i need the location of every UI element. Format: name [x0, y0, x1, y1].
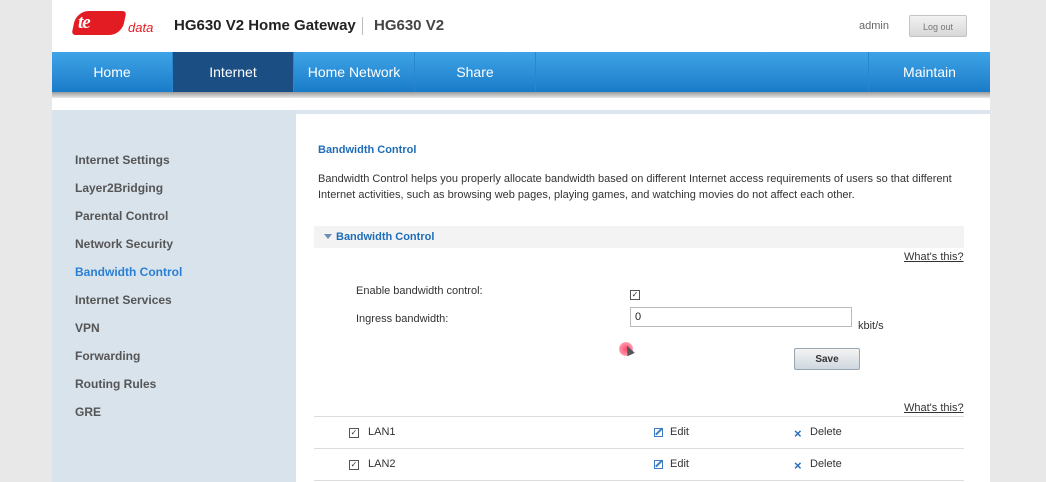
- sidebar-item-internet-settings[interactable]: Internet Settings: [75, 153, 170, 167]
- sidebar-item-gre[interactable]: GRE: [75, 405, 101, 419]
- nav-internet[interactable]: Internet: [173, 52, 294, 92]
- nav-share[interactable]: Share: [415, 52, 536, 92]
- ingress-bandwidth-input[interactable]: [630, 307, 852, 327]
- lan2-delete-button[interactable]: Delete: [810, 458, 842, 470]
- sidebar: Internet Settings Layer2Bridging Parenta…: [52, 110, 296, 482]
- logout-button[interactable]: Log out: [909, 15, 967, 37]
- main-panel: Bandwidth Control Bandwidth Control help…: [296, 114, 990, 482]
- sidebar-item-internet-services[interactable]: Internet Services: [75, 293, 172, 307]
- whats-this-link-settings[interactable]: What's this?: [904, 251, 964, 263]
- page: te data HG630 V2 Home Gateway HG630 V2 a…: [52, 0, 990, 482]
- section-description: Bandwidth Control helps you properly all…: [318, 173, 952, 201]
- username: admin: [859, 20, 889, 32]
- lan1-edit-button[interactable]: Edit: [670, 426, 689, 438]
- section-header-label: Bandwidth Control: [336, 231, 435, 243]
- sidebar-item-network-security[interactable]: Network Security: [75, 237, 173, 251]
- lan1-delete-button[interactable]: Delete: [810, 426, 842, 438]
- page-title: HG630 V2 Home Gateway: [174, 17, 356, 34]
- logo-text: te: [78, 12, 91, 33]
- enable-bandwidth-checkbox[interactable]: ✓: [630, 290, 640, 300]
- lan1-checkbox[interactable]: ✓: [349, 428, 359, 438]
- nav-spacer: [536, 52, 869, 92]
- delete-icon[interactable]: ×: [794, 459, 802, 472]
- sidebar-item-bandwidth-control[interactable]: Bandwidth Control: [75, 265, 182, 279]
- brand-logo: te data: [71, 11, 154, 39]
- collapse-arrow-icon: [324, 234, 332, 239]
- title-divider: [362, 17, 363, 35]
- whats-this-link-list[interactable]: What's this?: [904, 402, 964, 414]
- enable-bandwidth-label: Enable bandwidth control:: [356, 285, 483, 297]
- logo-suffix: data: [128, 20, 154, 35]
- nav-shadow: [52, 92, 990, 98]
- sidebar-item-forwarding[interactable]: Forwarding: [75, 349, 140, 363]
- save-button[interactable]: Save: [794, 348, 860, 370]
- row-divider: [314, 448, 964, 449]
- edit-icon[interactable]: [654, 460, 663, 469]
- sidebar-item-vpn[interactable]: VPN: [75, 321, 100, 335]
- edit-icon[interactable]: [654, 428, 663, 437]
- delete-icon[interactable]: ×: [794, 427, 802, 440]
- nav-home[interactable]: Home: [52, 52, 173, 92]
- lan2-edit-button[interactable]: Edit: [670, 458, 689, 470]
- main-nav: Home Internet Home Network Share Maintai…: [52, 52, 990, 92]
- lan2-checkbox[interactable]: ✓: [349, 460, 359, 470]
- sidebar-item-parental-control[interactable]: Parental Control: [75, 209, 168, 223]
- nav-home-network[interactable]: Home Network: [294, 52, 415, 92]
- lan2-name: LAN2: [368, 458, 396, 470]
- nav-maintain[interactable]: Maintain: [869, 52, 990, 92]
- lan1-name: LAN1: [368, 426, 396, 438]
- sidebar-item-layer2bridging[interactable]: Layer2Bridging: [75, 181, 163, 195]
- row-divider: [314, 480, 964, 481]
- ingress-bandwidth-label: Ingress bandwidth:: [356, 313, 449, 325]
- ingress-unit: kbit/s: [858, 320, 884, 332]
- header: te data HG630 V2 Home Gateway HG630 V2 a…: [52, 0, 990, 52]
- model-name: HG630 V2: [374, 17, 445, 34]
- content-area: Internet Settings Layer2Bridging Parenta…: [52, 110, 990, 482]
- sidebar-item-routing-rules[interactable]: Routing Rules: [75, 377, 156, 391]
- row-divider: [314, 416, 964, 417]
- bandwidth-control-section-header[interactable]: Bandwidth Control: [314, 226, 964, 248]
- section-title: Bandwidth Control: [318, 144, 417, 156]
